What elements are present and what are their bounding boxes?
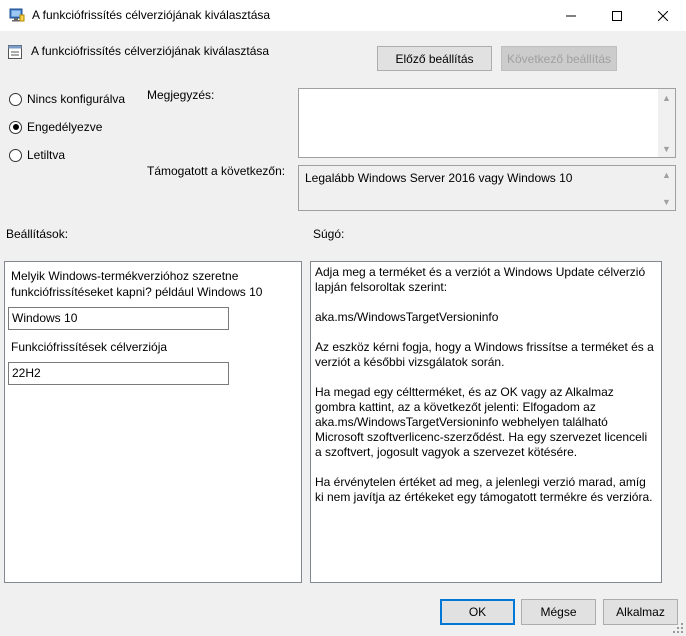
scroll-down-icon[interactable]: ▼ <box>658 140 675 157</box>
help-paragraph: Ha érvénytelen értéket ad meg, a jelenle… <box>315 475 653 504</box>
policy-app-icon <box>9 7 25 23</box>
target-version-label: Funkciófrissítések célverziója <box>11 340 168 354</box>
apply-button[interactable]: Alkalmaz <box>603 599 678 625</box>
options-panel: Melyik Windows-termékverzióhoz szeretne … <box>4 261 302 583</box>
product-prompt: Melyik Windows-termékverzióhoz szeretne … <box>11 269 263 299</box>
supported-on-value: Legalább Windows Server 2016 vagy Window… <box>305 171 573 185</box>
target-version-input[interactable]: 22H2 <box>8 362 229 385</box>
supported-on-label: Támogatott a következőn: <box>147 164 286 178</box>
comment-textarea[interactable]: ▲ ▼ <box>298 88 676 158</box>
next-setting-label: Következő beállítás <box>506 51 612 66</box>
window-title: A funkciófrissítés célverziójának kivála… <box>32 8 271 22</box>
help-paragraph: Ha megad egy céltterméket, és az OK vagy… <box>315 385 648 459</box>
minimize-icon <box>566 15 576 16</box>
ok-button[interactable]: OK <box>440 599 515 625</box>
previous-setting-button[interactable]: Előző beállítás <box>377 46 492 71</box>
supported-scrollbar[interactable]: ▲ ▼ <box>658 166 675 210</box>
radio-disabled[interactable]: Letiltva <box>9 148 65 162</box>
scroll-up-icon[interactable]: ▲ <box>658 89 675 106</box>
comment-label: Megjegyzés: <box>147 88 215 102</box>
radio-label: Nincs konfigurálva <box>27 92 126 106</box>
radio-enabled[interactable]: Engedélyezve <box>9 120 102 134</box>
policy-setting-icon <box>7 44 23 60</box>
close-button[interactable] <box>640 0 686 31</box>
previous-setting-label: Előző beállítás <box>395 51 474 66</box>
help-paragraph: aka.ms/WindowsTargetVersioninfo <box>315 310 499 324</box>
policy-title: A funkciófrissítés célverziójának kivála… <box>31 44 270 58</box>
minimize-button[interactable] <box>548 0 594 31</box>
radio-not-configured[interactable]: Nincs konfigurálva <box>9 92 125 106</box>
help-panel: Adja meg a terméket és a verziót a Windo… <box>310 261 662 583</box>
radio-label: Engedélyezve <box>27 120 103 134</box>
supported-on-box: Legalább Windows Server 2016 vagy Window… <box>298 165 676 211</box>
help-label: Súgó: <box>313 227 345 241</box>
next-setting-button[interactable]: Következő beállítás <box>501 46 617 71</box>
maximize-button[interactable] <box>594 0 640 31</box>
scroll-up-icon[interactable]: ▲ <box>658 166 675 183</box>
help-paragraph: Az eszköz kérni fogja, hogy a Windows fr… <box>315 340 654 369</box>
cancel-label: Mégse <box>540 605 577 619</box>
radio-indicator <box>9 120 22 134</box>
ok-label: OK <box>468 605 487 619</box>
product-version-input[interactable]: Windows 10 <box>8 307 229 330</box>
resize-grip-icon[interactable] <box>672 622 684 634</box>
options-label: Beállítások: <box>6 227 69 241</box>
apply-label: Alkalmaz <box>616 605 665 619</box>
title-bar: A funkciófrissítés célverziójának kivála… <box>0 0 686 31</box>
cancel-button[interactable]: Mégse <box>521 599 596 625</box>
help-paragraph: Adja meg a terméket és a verziót a Windo… <box>315 265 646 294</box>
close-icon <box>658 10 668 21</box>
radio-indicator <box>9 148 22 162</box>
radio-indicator <box>9 92 22 106</box>
radio-label: Letiltva <box>27 148 66 162</box>
scroll-down-icon[interactable]: ▼ <box>658 193 675 210</box>
maximize-icon <box>612 10 622 21</box>
comment-scrollbar[interactable]: ▲ ▼ <box>658 89 675 157</box>
